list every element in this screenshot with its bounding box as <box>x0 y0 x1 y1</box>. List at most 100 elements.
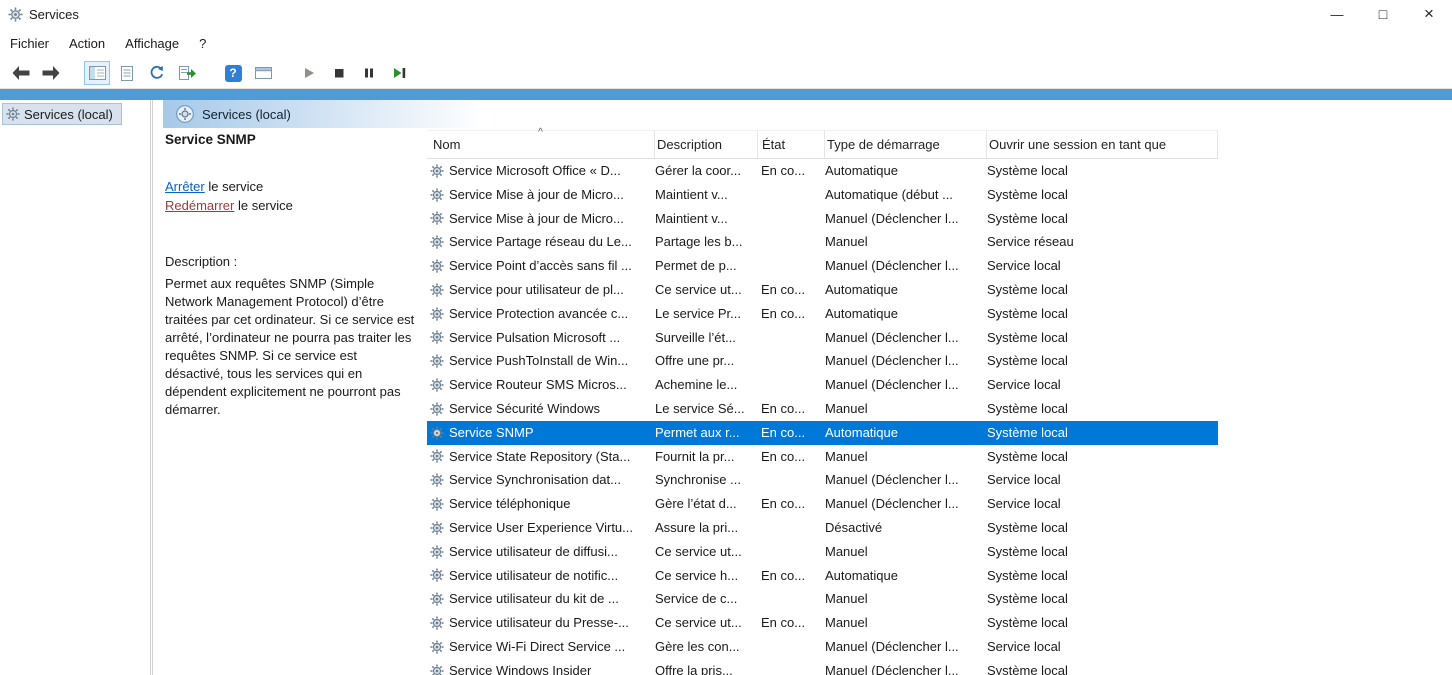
cell-service-name: Service Protection avancée c... <box>427 302 655 326</box>
column-header-type-demarrage[interactable]: Type de démarrage <box>825 131 987 158</box>
stop-service-button[interactable] <box>326 61 352 85</box>
table-row[interactable]: Service Pulsation Microsoft ...Surveille… <box>427 326 1218 350</box>
cell-startup-type: Manuel (Déclencher l... <box>825 468 987 492</box>
column-header-description[interactable]: Description <box>655 131 758 158</box>
service-name-text: Service Point d’accès sans fil ... <box>449 254 632 278</box>
table-row[interactable]: Service PushToInstall de Win...Offre une… <box>427 349 1218 373</box>
table-row[interactable]: Service Routeur SMS Micros... Achemine le… <box>427 373 1218 397</box>
pane-splitter[interactable] <box>150 100 151 675</box>
column-header-ouvrir-session[interactable]: Ouvrir une session en tant que <box>987 131 1218 158</box>
restart-service-button[interactable] <box>386 61 412 85</box>
menu-affichage[interactable]: Affichage <box>115 28 189 58</box>
table-row[interactable]: Service Point d’accès sans fil ...Permet… <box>427 254 1218 278</box>
close-button[interactable]: × <box>1406 0 1452 28</box>
back-button[interactable] <box>8 61 34 85</box>
table-row[interactable]: Service téléphoniqueGère l’état d...En c… <box>427 492 1218 516</box>
service-gear-icon <box>430 402 444 416</box>
cell-logon-as: Service local <box>987 373 1218 397</box>
tree-item-services-local[interactable]: Services (local) <box>2 103 122 125</box>
help-button[interactable]: ? <box>220 61 246 85</box>
forward-button[interactable] <box>38 61 64 85</box>
service-name-text: Service Partage réseau du Le... <box>449 230 632 254</box>
table-row[interactable]: Service Microsoft Office « D...Gérer la … <box>427 159 1218 183</box>
table-row[interactable]: Service utilisateur du kit de ...Service… <box>427 587 1218 611</box>
stop-service-link[interactable]: Arrêter <box>165 179 205 194</box>
table-row[interactable]: Service utilisateur du Presse-...Ce serv… <box>427 611 1218 635</box>
restart-link-suffix: le service <box>234 198 293 213</box>
pause-service-button[interactable] <box>356 61 382 85</box>
table-row[interactable]: Service Wi-Fi Direct Service ...Gère les… <box>427 635 1218 659</box>
service-gear-icon <box>430 497 444 511</box>
cell-state <box>758 540 825 564</box>
services-window: Services — □ × Fichier Action Affichage … <box>0 0 1452 675</box>
menu-fichier[interactable]: Fichier <box>0 28 59 58</box>
service-name-text: Service PushToInstall de Win... <box>449 349 628 373</box>
start-service-button[interactable] <box>296 61 322 85</box>
table-row[interactable]: Service State Repository (Sta...Fournit … <box>427 445 1218 469</box>
details-header-icon <box>176 105 194 123</box>
table-row[interactable]: Service Protection avancée c...Le servic… <box>427 302 1218 326</box>
service-name-text: Service Synchronisation dat... <box>449 468 621 492</box>
cell-startup-type: Manuel <box>825 587 987 611</box>
cell-description: Synchronise ... <box>655 468 758 492</box>
cell-description: Service de c... <box>655 587 758 611</box>
maximize-button[interactable]: □ <box>1360 0 1406 28</box>
column-header-etat[interactable]: État <box>758 131 825 158</box>
cell-startup-type: Désactivé <box>825 516 987 540</box>
cell-service-name: Service Microsoft Office « D... <box>427 159 655 183</box>
cell-state <box>758 659 825 675</box>
service-name-text: Service utilisateur de notific... <box>449 564 618 588</box>
column-header-nom[interactable]: Nom ^ <box>427 131 655 158</box>
table-row[interactable]: Service SNMPPermet aux r...En co...Autom… <box>427 421 1218 445</box>
show-console-tree-button[interactable] <box>84 61 110 85</box>
extended-view-button[interactable] <box>250 61 276 85</box>
service-name-text: Service utilisateur du Presse-... <box>449 611 629 635</box>
cell-logon-as: Service local <box>987 635 1218 659</box>
cell-startup-type: Automatique <box>825 159 987 183</box>
cell-startup-type: Automatique <box>825 564 987 588</box>
table-row[interactable]: Service Windows InsiderOffre la pris...M… <box>427 659 1218 675</box>
cell-state <box>758 183 825 207</box>
table-row[interactable]: Service Mise à jour de Micro...Maintient… <box>427 183 1218 207</box>
table-row[interactable]: Service utilisateur de diffusi...Ce serv… <box>427 540 1218 564</box>
cell-state: En co... <box>758 492 825 516</box>
menu-bar: Fichier Action Affichage ? <box>0 28 1452 58</box>
cell-service-name: Service Routeur SMS Micros... <box>427 373 655 397</box>
cell-startup-type: Automatique <box>825 302 987 326</box>
cell-description: Achemine le... <box>655 373 758 397</box>
cell-service-name: Service utilisateur du kit de ... <box>427 587 655 611</box>
table-row[interactable]: Service User Experience Virtu...Assure l… <box>427 516 1218 540</box>
cell-state <box>758 326 825 350</box>
service-name-text: Service Routeur SMS Micros... <box>449 373 627 397</box>
cell-logon-as: Système local <box>987 516 1218 540</box>
service-gear-icon <box>430 378 444 392</box>
services-app-icon <box>8 7 23 22</box>
refresh-button[interactable] <box>144 61 170 85</box>
title-bar: Services — □ × <box>0 0 1452 28</box>
table-row[interactable]: Service Partage réseau du Le... Partage l… <box>427 230 1218 254</box>
export-list-button[interactable] <box>174 61 200 85</box>
cell-logon-as: Système local <box>987 159 1218 183</box>
cell-startup-type: Automatique <box>825 278 987 302</box>
cell-startup-type: Manuel (Déclencher l... <box>825 349 987 373</box>
cell-description: Partage les b... <box>655 230 758 254</box>
table-row[interactable]: Service Mise à jour de Micro...Maintient… <box>427 207 1218 231</box>
properties-button[interactable] <box>114 61 140 85</box>
menu-help[interactable]: ? <box>189 28 216 58</box>
restart-icon <box>392 66 407 80</box>
cell-logon-as: Système local <box>987 445 1218 469</box>
cell-logon-as: Système local <box>987 564 1218 588</box>
table-row[interactable]: Service Sécurité WindowsLe service Sé...… <box>427 397 1218 421</box>
menu-action[interactable]: Action <box>59 28 115 58</box>
table-row[interactable]: Service pour utilisateur de pl...Ce serv… <box>427 278 1218 302</box>
refresh-icon <box>149 65 165 81</box>
table-row[interactable]: Service utilisateur de notific...Ce serv… <box>427 564 1218 588</box>
cell-state: En co... <box>758 445 825 469</box>
service-gear-icon <box>430 307 444 321</box>
cell-startup-type: Manuel (Déclencher l... <box>825 373 987 397</box>
cell-service-name: Service State Repository (Sta... <box>427 445 655 469</box>
cell-state: En co... <box>758 159 825 183</box>
table-row[interactable]: Service Synchronisation dat... Synchronis… <box>427 468 1218 492</box>
restart-service-link[interactable]: Redémarrer <box>165 198 234 213</box>
minimize-button[interactable]: — <box>1314 0 1360 28</box>
